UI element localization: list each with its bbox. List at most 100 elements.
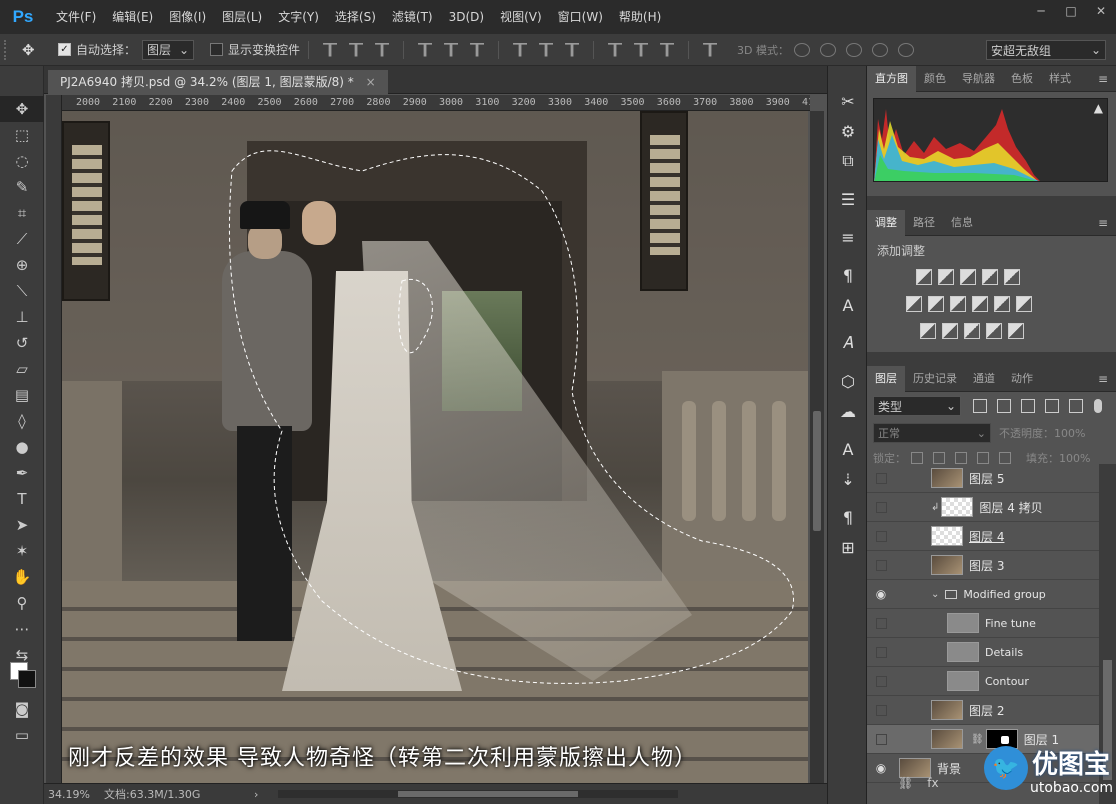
more-tools-icon[interactable]: ⋯ (0, 616, 44, 642)
maximize-button[interactable]: □ (1056, 0, 1086, 22)
selective-color-icon[interactable] (986, 322, 1002, 339)
export-icon[interactable]: ⊞ (828, 532, 868, 562)
black-white-icon[interactable] (950, 295, 966, 312)
fill-value[interactable]: 100% (1059, 452, 1090, 465)
menu-help[interactable]: 帮助(H) (611, 0, 669, 34)
posterize-icon[interactable] (942, 322, 958, 339)
tab-histogram[interactable]: 直方图 (867, 65, 916, 92)
panel-menu-icon[interactable]: ≡ (1098, 372, 1108, 386)
visibility-toggle[interactable] (867, 617, 895, 629)
auto-select-checkbox[interactable]: ✓ (58, 43, 71, 56)
tab-adjustments[interactable]: 调整 (867, 209, 905, 236)
align-top-icon[interactable] (323, 42, 338, 57)
distribute-top-icon[interactable] (513, 42, 528, 57)
chevron-down-icon[interactable]: ⌄ (931, 589, 939, 600)
layer-row[interactable]: 图层 2 (867, 696, 1099, 725)
distribute-hcenter-icon[interactable] (634, 42, 649, 57)
auto-select-dropdown[interactable]: 图层 ⌄ (142, 39, 195, 60)
invert-icon[interactable] (920, 322, 936, 339)
menu-file[interactable]: 文件(F) (48, 0, 104, 34)
3d-slide-icon[interactable] (872, 42, 888, 57)
fx-icon[interactable]: fx (927, 776, 938, 790)
eyedropper-tool-icon[interactable]: ⟋ (0, 226, 44, 252)
visibility-toggle[interactable] (867, 559, 895, 571)
filter-adjustment-icon[interactable] (997, 399, 1011, 413)
zoom-level[interactable]: 34.19% (44, 788, 104, 801)
layer-row[interactable]: 图层 5 (867, 464, 1099, 493)
filter-toggle[interactable] (1094, 399, 1102, 413)
workspace-dropdown[interactable]: 安超无敌组 ⌄ (986, 40, 1106, 60)
visibility-toggle[interactable] (867, 733, 895, 745)
hand-tool-icon[interactable]: ✋ (0, 564, 44, 590)
dodge-tool-icon[interactable]: ● (0, 434, 44, 460)
adjust-list-icon[interactable]: ≡ (828, 222, 868, 252)
tab-actions[interactable]: 动作 (1003, 366, 1041, 392)
layer-row[interactable]: Contour (867, 667, 1099, 696)
3d-rotate-icon[interactable] (794, 42, 810, 57)
tools-icon[interactable]: ✂ (828, 86, 868, 116)
tab-history[interactable]: 历史记录 (905, 366, 965, 392)
filter-pixel-icon[interactable] (973, 399, 987, 413)
lasso-tool-icon[interactable]: ◌ (0, 148, 44, 174)
glyphs-icon[interactable]: 𝐴 (828, 328, 868, 358)
history-brush-tool-icon[interactable]: ↺ (0, 330, 44, 356)
gradient-tool-icon[interactable]: ▤ (0, 382, 44, 408)
marquee-tool-icon[interactable]: ⬚ (0, 122, 44, 148)
actions-icon[interactable]: ⇣ (828, 464, 868, 494)
lock-artboard-icon[interactable] (977, 452, 989, 464)
blend-mode-dropdown[interactable]: 正常 ⌄ (873, 423, 991, 443)
horizontal-ruler[interactable]: 2000 2100 2200 2300 2400 2500 2600 2700 2800 2900… (62, 95, 810, 111)
align-vcenter-icon[interactable] (349, 42, 364, 57)
close-tab-icon[interactable]: × (366, 75, 376, 89)
horizontal-scrollbar[interactable] (278, 790, 679, 798)
paragraph-styles-icon[interactable]: ¶ (828, 260, 868, 290)
layer-row[interactable]: 图层 4 (867, 522, 1099, 551)
visibility-toggle[interactable] (867, 646, 895, 658)
show-transform-checkbox[interactable] (210, 43, 224, 56)
opacity-value[interactable]: 100% (1054, 427, 1085, 440)
distribute-right-icon[interactable] (660, 42, 675, 57)
character-styles-icon[interactable]: A (828, 290, 868, 320)
color-balance-icon[interactable] (928, 295, 944, 312)
layer-filter-kind[interactable]: 类型 ⌄ (873, 396, 961, 416)
panel-menu-icon[interactable]: ≡ (1098, 72, 1108, 86)
photo-filter-icon[interactable] (972, 295, 988, 312)
clone-source-icon[interactable]: ⧉ (828, 146, 868, 176)
visibility-toggle[interactable] (867, 530, 895, 542)
menu-3d[interactable]: 3D(D) (441, 0, 492, 34)
visibility-toggle[interactable]: ◉ (867, 761, 895, 775)
tab-paths[interactable]: 路径 (905, 210, 943, 236)
3d-roll-icon[interactable] (820, 42, 836, 57)
distribute-bottom-icon[interactable] (565, 42, 580, 57)
channel-mixer-icon[interactable] (994, 295, 1010, 312)
libraries-icon[interactable]: ☁ (828, 396, 868, 426)
vertical-ruler[interactable] (46, 95, 62, 783)
warning-icon[interactable]: ▲ (1094, 101, 1103, 115)
document-canvas[interactable] (62, 111, 808, 783)
blur-tool-icon[interactable]: ◊ (0, 408, 44, 434)
layer-row[interactable]: Details (867, 638, 1099, 667)
scroll-thumb[interactable] (813, 411, 821, 531)
tab-channels[interactable]: 通道 (965, 366, 1003, 392)
tab-swatches[interactable]: 色板 (1003, 66, 1041, 92)
distribute-left-icon[interactable] (608, 42, 623, 57)
document-tab[interactable]: PJ2A6940 拷贝.psd @ 34.2% (图层 1, 图层蒙版/8) *… (48, 70, 388, 94)
menu-image[interactable]: 图像(I) (161, 0, 214, 34)
hue-saturation-icon[interactable] (906, 295, 922, 312)
filter-type-icon[interactable] (1021, 399, 1035, 413)
color-lookup-icon[interactable] (1016, 295, 1032, 312)
crop-tool-icon[interactable]: ⌗ (0, 200, 44, 226)
quick-mask-icon[interactable]: ◙ (0, 696, 44, 722)
document-size[interactable]: 文档:63.3M/1.30G (104, 786, 254, 802)
move-tool-icon[interactable]: ✥ (0, 96, 44, 122)
menu-view[interactable]: 视图(V) (492, 0, 550, 34)
eraser-tool-icon[interactable]: ▱ (0, 356, 44, 382)
lock-all-icon[interactable] (999, 452, 1011, 464)
filter-shape-icon[interactable] (1045, 399, 1059, 413)
quick-select-tool-icon[interactable]: ✎ (0, 174, 44, 200)
3d-pan-icon[interactable] (846, 42, 862, 57)
vertical-scrollbar[interactable] (810, 111, 824, 783)
visibility-toggle[interactable] (867, 472, 895, 484)
lock-image-icon[interactable] (933, 452, 945, 464)
menu-edit[interactable]: 编辑(E) (104, 0, 161, 34)
